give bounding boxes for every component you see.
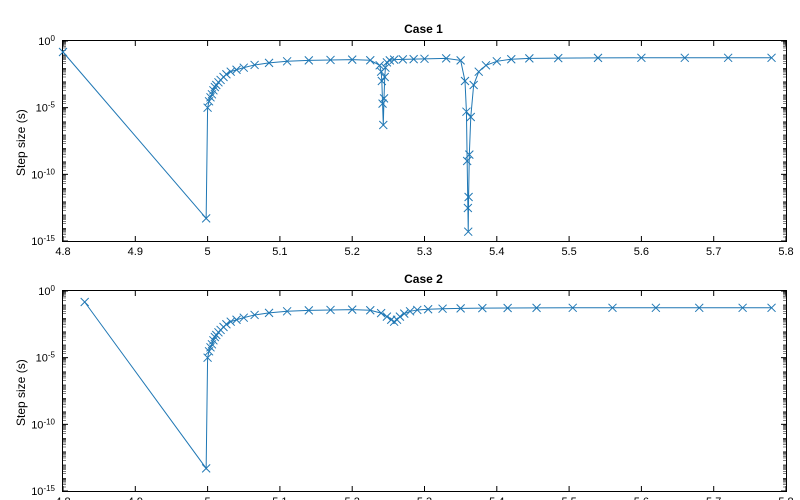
data-marker bbox=[233, 66, 241, 74]
plot-area-1: 4.84.955.15.25.35.45.55.65.75.810-1510-1… bbox=[62, 40, 787, 242]
y-axis-label-2: Step size (s) bbox=[14, 359, 28, 426]
data-marker bbox=[475, 68, 483, 76]
x-tick-label: 5.6 bbox=[634, 496, 649, 500]
data-marker bbox=[222, 320, 230, 328]
x-tick-label: 4.9 bbox=[128, 246, 143, 258]
data-marker bbox=[227, 68, 235, 76]
x-tick-label: 4.9 bbox=[128, 496, 143, 500]
x-tick-label: 5.8 bbox=[778, 496, 793, 500]
data-marker bbox=[396, 313, 404, 321]
y-tick-label: 10-15 bbox=[31, 234, 55, 249]
x-tick-label: 5 bbox=[205, 496, 211, 500]
y-tick-label: 10-10 bbox=[31, 167, 55, 182]
x-tick-label: 5.7 bbox=[706, 496, 721, 500]
x-tick-label: 5.4 bbox=[489, 246, 504, 258]
data-marker bbox=[390, 318, 398, 326]
y-tick-label: 10-10 bbox=[31, 417, 55, 432]
y-tick-label: 10-15 bbox=[31, 484, 55, 499]
x-tick-label: 5 bbox=[205, 246, 211, 258]
chart-title-1: Case 1 bbox=[62, 22, 785, 36]
chart-title-2: Case 2 bbox=[62, 272, 785, 286]
data-marker bbox=[240, 64, 248, 72]
x-tick-label: 5.1 bbox=[272, 496, 287, 500]
y-tick-label: 100 bbox=[38, 34, 55, 49]
data-marker bbox=[233, 316, 241, 324]
data-marker bbox=[240, 314, 248, 322]
x-tick-label: 5.8 bbox=[778, 246, 793, 258]
y-tick-label: 10-5 bbox=[36, 350, 56, 365]
x-tick-label: 4.8 bbox=[55, 246, 70, 258]
y-tick-label: 100 bbox=[38, 284, 55, 299]
data-marker bbox=[227, 318, 235, 326]
data-marker bbox=[222, 70, 230, 78]
x-tick-label: 5.3 bbox=[417, 496, 432, 500]
x-tick-label: 5.2 bbox=[345, 246, 360, 258]
x-tick-label: 5.1 bbox=[272, 246, 287, 258]
data-marker bbox=[81, 298, 89, 306]
y-tick-label: 10-5 bbox=[36, 100, 56, 115]
data-marker bbox=[383, 58, 391, 66]
x-tick-label: 5.5 bbox=[561, 246, 576, 258]
x-tick-label: 5.4 bbox=[489, 496, 504, 500]
data-line bbox=[63, 52, 772, 232]
y-axis-label-1: Step size (s) bbox=[14, 109, 28, 176]
x-tick-label: 5.3 bbox=[417, 246, 432, 258]
x-tick-label: 5.2 bbox=[345, 496, 360, 500]
x-tick-label: 5.6 bbox=[634, 246, 649, 258]
data-marker bbox=[482, 61, 490, 69]
plot-area-2: 4.84.955.15.25.35.45.55.65.75.810-1510-1… bbox=[62, 290, 787, 492]
x-tick-label: 5.5 bbox=[561, 496, 576, 500]
figure: Case 1Step size (s)4.84.955.15.25.35.45.… bbox=[0, 0, 800, 500]
x-tick-label: 4.8 bbox=[55, 496, 70, 500]
x-tick-label: 5.7 bbox=[706, 246, 721, 258]
data-line bbox=[85, 302, 772, 468]
